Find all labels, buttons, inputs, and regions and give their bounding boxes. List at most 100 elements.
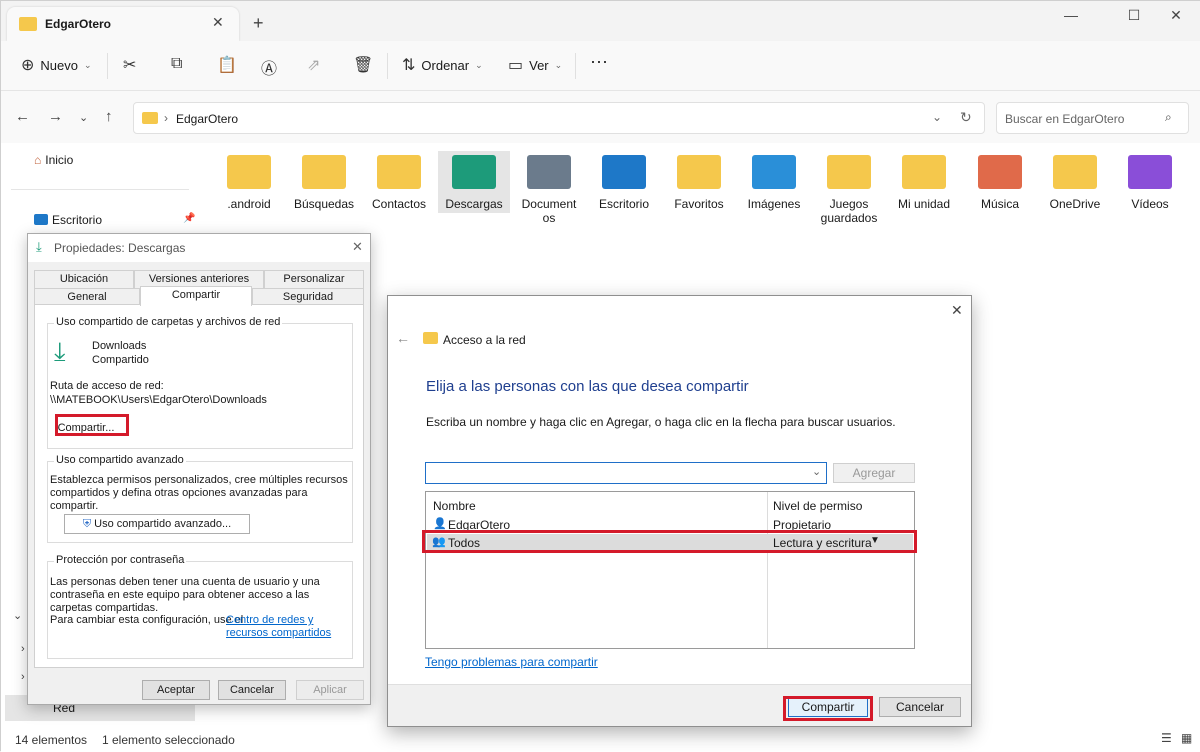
folder-item[interactable]: Juegos guardados [813,151,885,225]
back-icon[interactable]: ← [396,330,410,346]
up-icon[interactable]: ↑ [105,108,113,125]
settings-hint: Para cambiar esta configuración, use el [50,614,244,626]
properties-dialog: ⤓ Propiedades: Descargas ✕ Ubicación Ver… [27,233,371,705]
breadcrumb[interactable]: EdgarOtero [176,112,238,126]
folder-item[interactable]: Contactos [363,151,435,211]
folder-item[interactable]: Document os [513,151,585,225]
title-bar: EdgarOtero ✕ + — ☐ ✕ [1,1,1200,41]
tab-customize[interactable]: Personalizar [264,270,364,288]
network-path-value: \\MATEBOOK\Users\EdgarOtero\Downloads [50,394,267,406]
cancel-button[interactable]: Cancelar [879,697,961,717]
refresh-icon[interactable]: ↻ [960,109,972,126]
recent-chevron-icon[interactable]: ⌄ [79,111,88,124]
chevron-down-icon[interactable]: ⌄ [812,465,821,478]
new-button[interactable]: ⊕ Nuevo ⌄ [21,55,92,75]
folder-icon [602,155,646,189]
share-icon[interactable]: ⇗ [307,55,320,75]
close-icon[interactable]: ✕ [951,302,963,319]
minimize-icon[interactable]: — [1056,7,1086,23]
folder-item[interactable]: Búsquedas [288,151,360,211]
folder-item[interactable]: Música [964,151,1036,211]
folder-item[interactable]: .android [213,151,285,211]
expand-chevron-icon[interactable]: › [21,671,25,683]
help-link[interactable]: Tengo problemas para compartir [425,655,598,669]
back-icon[interactable]: ← [15,108,30,125]
user-icon: 👤 [433,518,447,530]
tab-sharing[interactable]: Compartir [140,286,252,306]
sharing-tab-panel: Uso compartido de carpetas y archivos de… [34,304,364,668]
item-count: 14 elementos [15,733,88,747]
folder-icon [377,155,421,189]
highlight-box [422,530,917,553]
folder-icon [527,155,571,189]
close-window-icon[interactable]: ✕ [1161,7,1191,24]
paste-icon[interactable]: 📋 [217,55,237,75]
folder-label: Música [980,197,1019,211]
cut-icon[interactable]: ✂ [123,55,136,75]
more-options-icon[interactable]: ··· [590,51,608,72]
new-label: Nuevo [40,57,78,73]
column-header-permission[interactable]: Nivel de permiso [773,499,862,513]
maximize-icon[interactable]: ☐ [1119,7,1149,24]
download-folder-icon: ⤓ [54,336,66,366]
sidebar-item-home[interactable]: ⌂ Inicio [34,153,73,167]
close-icon[interactable]: ✕ [352,239,363,255]
divider [107,53,108,79]
folder-item[interactable]: OneDrive [1039,151,1111,211]
dialog-title: Propiedades: Descargas [54,241,186,255]
tiles-view-icon[interactable]: ▦ [1181,731,1192,745]
folder-icon [1053,155,1097,189]
folder-icon [142,112,158,124]
search-input[interactable]: Buscar en EdgarOtero ⌕ [996,102,1189,134]
delete-icon[interactable]: 🗑 [353,55,373,75]
expand-chevron-icon[interactable]: › [21,643,25,655]
tab-edgarotero[interactable]: EdgarOtero ✕ [7,7,239,41]
apply-button[interactable]: Aplicar [296,680,364,700]
advanced-sharing-button[interactable]: ⛨ Uso compartido avanzado... [64,514,250,534]
view-label: Ver [529,57,549,73]
forward-icon[interactable]: → [48,108,63,125]
chevron-down-icon[interactable]: ⌄ [932,110,942,124]
tab-location[interactable]: Ubicación [34,270,134,288]
folder-label: Juegos guardados [820,197,878,225]
highlight-box [783,696,873,721]
divider [575,53,576,79]
folder-label: Favoritos [674,197,724,211]
dialog-footer: Compartir Cancelar [388,684,971,726]
folder-icon [827,155,871,189]
user-combobox[interactable]: ⌄ [425,462,827,484]
folder-item[interactable]: Descargas [438,151,510,213]
details-view-icon[interactable]: ☰ [1161,731,1172,745]
command-bar: ⊕ Nuevo ⌄ ✂ ⧉ 📋 Ⓐ ⇗ 🗑 ⇅ Ordenar ⌄ ▭ Ver … [1,41,1200,91]
view-button[interactable]: ▭ Ver ⌄ [508,55,562,75]
folder-item[interactable]: Vídeos [1114,151,1186,211]
new-tab-button[interactable]: + [253,13,264,34]
ok-button[interactable]: Aceptar [142,680,210,700]
search-placeholder: Buscar en EdgarOtero [1005,112,1125,126]
sort-button[interactable]: ⇅ Ordenar ⌄ [402,55,483,75]
network-path-label: Ruta de acceso de red: [50,380,164,392]
close-tab-icon[interactable]: ✕ [212,14,224,31]
search-icon: ⌕ [1165,110,1172,124]
folder-label: Descargas [445,197,503,211]
copy-icon[interactable]: ⧉ [171,55,182,73]
password-protection-group: Protección por contraseña Las personas d… [47,554,353,659]
folder-item[interactable]: Mi unidad [888,151,960,211]
pin-icon[interactable]: 📌 [183,213,195,224]
address-bar[interactable]: › EdgarOtero ⌄ ↻ [133,102,985,134]
dialog-title-bar: ⤓ Propiedades: Descargas ✕ [28,234,370,262]
folder-item[interactable]: Escritorio [588,151,660,211]
network-center-link[interactable]: Centro de redes y recursos compartidos [226,614,336,640]
expand-chevron-icon[interactable]: ⌄ [13,609,22,622]
folder-item[interactable]: Imágenes [738,151,810,211]
folder-item[interactable]: Favoritos [663,151,735,211]
instructions: Escriba un nombre y haga clic en Agregar… [426,415,896,429]
sidebar-item-desktop[interactable]: Escritorio [34,213,102,227]
cancel-button[interactable]: Cancelar [218,680,286,700]
column-header-name[interactable]: Nombre [433,499,476,513]
group-title: Uso compartido de carpetas y archivos de… [54,316,283,328]
rename-icon[interactable]: Ⓐ [261,55,277,79]
folder-icon [19,17,37,31]
advanced-sharing-group: Uso compartido avanzado Establezca permi… [47,454,353,543]
add-button[interactable]: Agregar [833,463,915,483]
